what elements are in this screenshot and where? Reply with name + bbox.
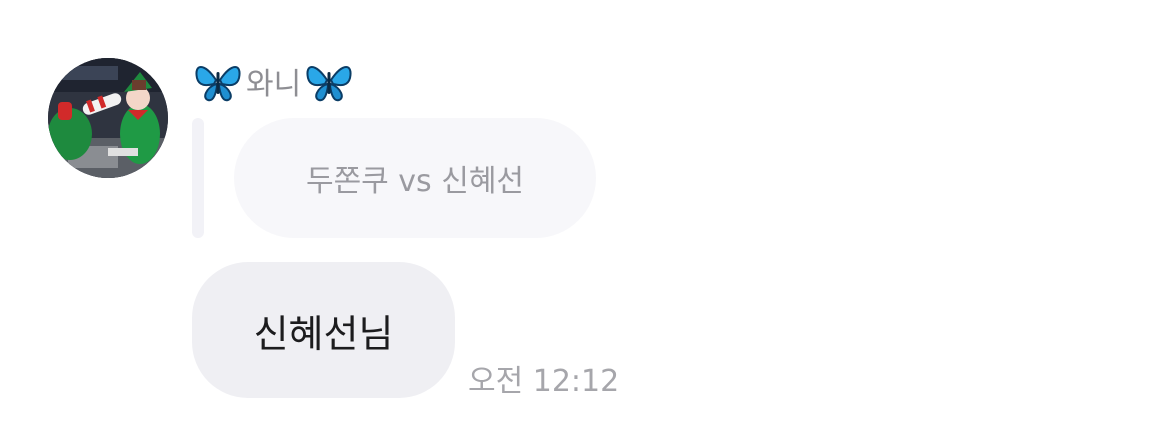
- butterfly-icon: [194, 58, 242, 104]
- quoted-message-text: 두쫀쿠 vs 신혜선: [305, 164, 525, 199]
- message-text: 신혜선님: [253, 311, 394, 356]
- avatar-photo: [48, 58, 168, 178]
- avatar[interactable]: [48, 58, 168, 178]
- chat-view: 와니 두쫀쿠 vs 신혜선 신혜선님 오전 12:12: [0, 0, 1169, 441]
- butterfly-icon: [305, 58, 353, 104]
- sender-name-row: 와니: [194, 58, 353, 104]
- message-bubble[interactable]: 신혜선님: [192, 262, 455, 398]
- message-timestamp: 오전 12:12: [468, 364, 620, 399]
- quoted-message-bubble[interactable]: 두쫀쿠 vs 신혜선: [234, 118, 596, 238]
- sender-name: 와니: [246, 67, 302, 102]
- reply-indicator-bar: [192, 118, 204, 238]
